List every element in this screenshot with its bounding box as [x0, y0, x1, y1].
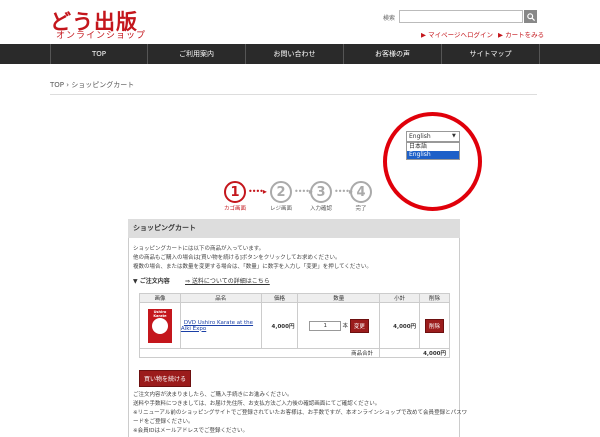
language-options-list: 日本語 English	[406, 142, 460, 160]
view-cart-link[interactable]: ▶ カートをみる	[498, 29, 544, 39]
column-header: 小計	[379, 293, 421, 303]
cart-table: 画像 品名 価格 数量 小計 削除 Ushiro Karate DVD Ushi…	[138, 293, 450, 358]
intro-line: ショッピングカートには以下の商品が入っています。	[133, 246, 265, 252]
column-header: 価格	[260, 293, 299, 303]
cart-panel-title: ショッピングカート	[128, 219, 460, 238]
quantity-cell: 1 本 変更	[297, 302, 381, 349]
step-1-circle: 1	[224, 181, 246, 203]
step-3-circle: 3	[310, 181, 332, 203]
column-header: 画像	[139, 293, 181, 303]
quantity-input[interactable]: 1	[308, 320, 341, 331]
language-option-english[interactable]: English	[407, 151, 459, 159]
product-image-text: Ushiro Karate	[153, 309, 167, 318]
step-4-label: 完了	[355, 206, 367, 212]
product-name-cell: DVD Ushiro Karate at the Aiki Expo	[179, 302, 262, 349]
view-cart-label: カートをみる	[505, 31, 545, 39]
step-4-circle: 4	[350, 181, 372, 203]
breadcrumb-separator: ›	[66, 81, 70, 89]
footer-note: ードをご登録ください。	[133, 419, 194, 425]
delete-cell: 削除	[419, 302, 450, 349]
breadcrumb-home[interactable]: TOP	[50, 81, 64, 89]
step-1-label: カゴ画面	[223, 206, 246, 212]
breadcrumb-current: ショッピングカート	[71, 81, 135, 89]
column-header: 品名	[179, 293, 262, 303]
product-image-cell: Ushiro Karate	[139, 302, 181, 349]
subtotal-cell: 4,000円	[379, 302, 421, 349]
order-contents-heading: ▼ ご注文内容	[133, 278, 170, 285]
shipping-info-link[interactable]: ⇒ 送料についての詳細はこちら	[185, 276, 270, 285]
total-row: 商品合計 4,000円	[138, 348, 450, 358]
column-header: 削除	[419, 293, 450, 303]
column-header: 数量	[297, 293, 381, 303]
main-nav: TOP ご利用案内 お問い合わせ お客様の声 サイトマップ	[0, 44, 600, 64]
step-connector: ••••▸	[248, 187, 267, 196]
intro-line: 他の商品もご購入の場合は[買い物を続ける]ボタンをクリックしてお求めください。	[133, 255, 341, 261]
nav-item-sitemap[interactable]: サイトマップ	[442, 44, 540, 64]
product-name-link[interactable]: DVD Ushiro Karate at the Aiki Expo	[181, 320, 253, 332]
search-icon	[526, 12, 535, 21]
nav-item-top[interactable]: TOP	[50, 44, 148, 64]
quantity-unit: 本	[342, 323, 349, 329]
footer-note: ご注文内容が決まりましたら、ご購入手続きにお進みください。	[133, 392, 293, 398]
table-header-row: 画像 品名 価格 数量 小計 削除	[139, 293, 450, 303]
footer-note: 送料や手数料につきましては、お届け先住所、お支払方法ご入力後の確認画面にてご確認…	[133, 401, 381, 407]
footer-note: ※リニューアル前のショッピングサイトでご登録されていたお客様は、お手数ですが、本…	[133, 410, 468, 416]
continue-shopping-button[interactable]: 買い物を続ける	[139, 370, 192, 387]
divider	[50, 94, 537, 95]
nav-item-guide[interactable]: ご利用案内	[148, 44, 246, 64]
product-image[interactable]: Ushiro Karate	[147, 308, 172, 343]
language-option-japanese[interactable]: 日本語	[407, 143, 459, 151]
change-quantity-button[interactable]: 変更	[349, 318, 369, 333]
search-button[interactable]	[524, 10, 537, 23]
dropdown-arrow-icon: ▼	[452, 133, 456, 139]
nav-item-contact[interactable]: お問い合わせ	[246, 44, 344, 64]
step-2-circle: 2	[270, 181, 292, 203]
step-2-label: レジ画面	[269, 206, 292, 212]
mypage-login-link[interactable]: ▶ マイページへログイン	[421, 29, 493, 39]
logo-subtitle: オンラインショップ	[56, 31, 147, 41]
price-cell: 4,000円	[260, 302, 299, 349]
footer-note: ※会員IDはメールアドレスでご登録ください。	[133, 428, 248, 434]
breadcrumb: TOP › ショッピングカート	[50, 80, 134, 90]
table-row: Ushiro Karate DVD Ushiro Karate at the A…	[139, 302, 450, 349]
step-3-label: 入力確認	[309, 206, 332, 212]
highlight-circle	[383, 112, 482, 211]
total-value: 4,000円	[379, 348, 450, 358]
total-label: 商品合計	[138, 348, 381, 358]
intro-line: 複数の場合、または数量を変更する場合は、「数量」に数字を入力し「変更」を押してく…	[133, 264, 372, 270]
disc-icon	[151, 317, 168, 334]
search-input[interactable]	[399, 10, 523, 23]
nav-item-voices[interactable]: お客様の声	[344, 44, 442, 64]
mypage-login-label: マイページへログイン	[428, 31, 493, 39]
search-label: 検索	[383, 15, 396, 22]
delete-button[interactable]: 削除	[425, 318, 445, 333]
